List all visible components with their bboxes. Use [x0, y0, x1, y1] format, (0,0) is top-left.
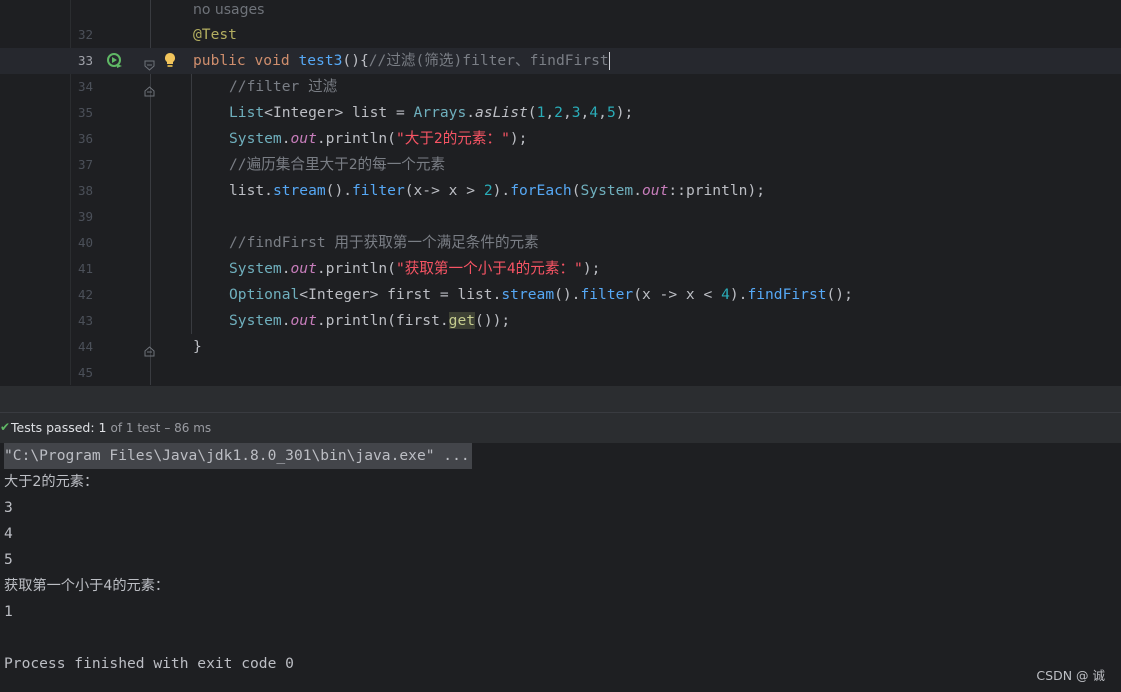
- line-number: 32: [77, 27, 93, 42]
- console-output-line: 4: [4, 525, 13, 542]
- test-status-text: Tests passed: 1 of 1 test – 86 ms: [11, 420, 212, 435]
- code-text[interactable]: //filter 过滤: [229, 74, 337, 100]
- code-text[interactable]: List<Integer> list = Arrays.asList(1,2,3…: [229, 100, 633, 126]
- code-text[interactable]: list.stream().filter(x-> x > 2).forEach(…: [229, 178, 765, 204]
- panel-divider[interactable]: [0, 385, 1121, 413]
- console-exit-message: Process finished with exit code 0: [4, 655, 294, 672]
- fold-icon[interactable]: [144, 56, 155, 71]
- line-number: 43: [77, 313, 93, 328]
- code-line[interactable]: 37 //遍历集合里大于2的每一个元素: [0, 152, 1121, 178]
- console-output-line: 获取第一个小于4的元素：: [4, 578, 170, 594]
- line-number: 34: [77, 79, 93, 94]
- code-line[interactable]: 45: [0, 360, 1121, 385]
- code-line[interactable]: 42 Optional<Integer> first = list.stream…: [0, 282, 1121, 308]
- highlighted-get[interactable]: get: [448, 312, 476, 329]
- console-output-line: 3: [4, 499, 13, 516]
- line-number: 36: [77, 131, 93, 146]
- code-text[interactable]: System.out.println("获取第一个小于4的元素：");: [229, 256, 600, 282]
- code-line[interactable]: 36 System.out.println("大于2的元素：");: [0, 126, 1121, 152]
- run-test-icon[interactable]: [106, 52, 124, 70]
- code-text[interactable]: System.out.println("大于2的元素：");: [229, 126, 527, 152]
- fold-icon[interactable]: [144, 342, 155, 357]
- line-number: 40: [77, 235, 93, 250]
- watermark: CSDN @ 诚: [1036, 668, 1105, 683]
- code-line[interactable]: 41 System.out.println("获取第一个小于4的元素：");: [0, 256, 1121, 282]
- fold-icon[interactable]: [144, 82, 155, 97]
- line-number: 42: [77, 287, 93, 302]
- code-line-hint: no usages: [0, 0, 1121, 23]
- check-icon: ✔: [0, 420, 11, 434]
- code-line[interactable]: 38 list.stream().filter(x-> x > 2).forEa…: [0, 178, 1121, 204]
- line-number: 37: [77, 157, 93, 172]
- console-command-line[interactable]: "C:\Program Files\Java\jdk1.8.0_301\bin\…: [4, 443, 472, 469]
- code-text[interactable]: System.out.println(first.get());: [229, 308, 510, 334]
- code-line[interactable]: 40 //findFirst 用于获取第一个满足条件的元素: [0, 230, 1121, 256]
- console-output-line: 1: [4, 603, 13, 620]
- code-text[interactable]: public void test3(){//过滤(筛选)filter、findF…: [193, 48, 610, 74]
- code-line[interactable]: 32 @Test: [0, 22, 1121, 48]
- code-editor[interactable]: no usages 32 @Test 33 public void test3(…: [0, 0, 1121, 385]
- code-text[interactable]: //findFirst 用于获取第一个满足条件的元素: [229, 230, 539, 256]
- line-number: 45: [77, 365, 93, 380]
- code-text[interactable]: //遍历集合里大于2的每一个元素: [229, 152, 445, 178]
- line-number: 38: [77, 183, 93, 198]
- code-line[interactable]: 35 List<Integer> list = Arrays.asList(1,…: [0, 100, 1121, 126]
- code-line[interactable]: 39: [0, 204, 1121, 230]
- code-line[interactable]: 44 }: [0, 334, 1121, 360]
- line-number: 39: [77, 209, 93, 224]
- test-status-bar: ✔ Tests passed: 1 of 1 test – 86 ms: [0, 412, 1121, 444]
- code-text[interactable]: Optional<Integer> first = list.stream().…: [229, 282, 853, 308]
- console-output-line: 大于2的元素：: [4, 474, 99, 490]
- run-console[interactable]: "C:\Program Files\Java\jdk1.8.0_301\bin\…: [0, 443, 1121, 692]
- code-line-current[interactable]: 33 public void test3(){//过滤(筛选)filter、fi…: [0, 48, 1121, 74]
- line-number: 35: [77, 105, 93, 120]
- line-number: 41: [77, 261, 93, 276]
- line-number: 33: [77, 53, 93, 68]
- code-text[interactable]: }: [193, 334, 202, 360]
- console-output-line: 5: [4, 551, 13, 568]
- text-caret: [608, 52, 610, 70]
- lightbulb-icon[interactable]: [164, 52, 176, 68]
- code-text[interactable]: @Test: [193, 22, 237, 48]
- line-number: 44: [77, 339, 93, 354]
- code-line[interactable]: 34 //filter 过滤: [0, 74, 1121, 100]
- usage-hint[interactable]: no usages: [193, 0, 264, 23]
- code-line[interactable]: 43 System.out.println(first.get());: [0, 308, 1121, 334]
